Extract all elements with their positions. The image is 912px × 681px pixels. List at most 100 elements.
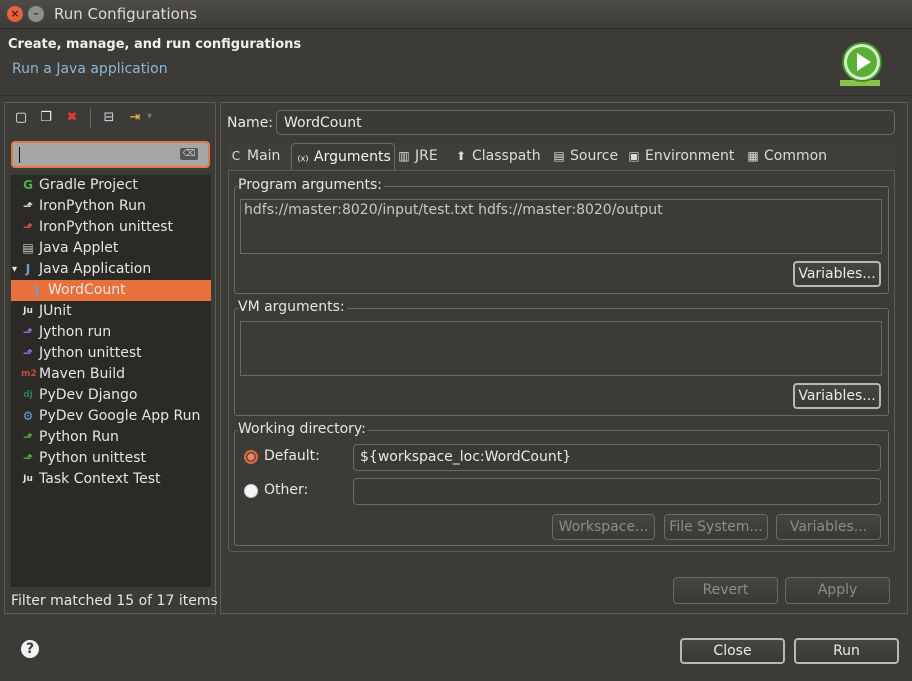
tree-item[interactable]: ⬏ IronPython unittest — [11, 217, 211, 238]
name-label: Name: — [227, 115, 274, 131]
classpath-tab-icon: ⬆ — [455, 149, 467, 163]
program-arguments-textarea[interactable]: hdfs://master:8020/input/test.txt hdfs:/… — [240, 199, 882, 254]
java-applet-icon: ▤ — [22, 241, 34, 255]
toolbar-separator — [90, 108, 91, 128]
tree-item[interactable]: ⬏ Python Run — [11, 427, 211, 448]
task-context-icon: Ju — [23, 474, 33, 484]
window-title: Run Configurations — [54, 5, 198, 23]
tree-item[interactable]: Ju JUnit — [11, 301, 211, 322]
tree-item-label: WordCount — [48, 282, 126, 298]
new-config-icon[interactable]: ▢ — [13, 110, 29, 126]
tree-item[interactable]: ⬏ Python unittest — [11, 448, 211, 469]
window-minimize-button[interactable]: – — [28, 6, 44, 22]
tree-item[interactable]: ⚙ PyDev Google App Run — [11, 406, 211, 427]
default-radio[interactable] — [244, 450, 258, 464]
ironpython-run-icon: ⬏ — [22, 199, 34, 213]
tree-item[interactable]: G Gradle Project — [11, 175, 211, 196]
tab-common[interactable]: ▦ Common — [746, 143, 831, 170]
tree-item[interactable]: ⬏ IronPython Run — [11, 196, 211, 217]
java-class-icon: J — [34, 283, 40, 297]
default-directory-field: ${workspace_loc:WordCount} — [353, 444, 881, 471]
tree-item-label: Jython unittest — [39, 345, 142, 361]
tree-item[interactable]: ⬏ Jython run — [11, 322, 211, 343]
tab-classpath[interactable]: ⬆ Classpath — [454, 143, 549, 170]
program-arguments-variables-button[interactable]: Variables... — [793, 261, 881, 287]
tree-item-label: Gradle Project — [39, 177, 138, 193]
window-close-button[interactable]: × — [7, 6, 23, 22]
environment-tab-icon: ▣ — [628, 149, 640, 163]
jre-tab-icon: ▥ — [398, 149, 410, 163]
tab-label: JRE — [415, 148, 438, 164]
run-button[interactable]: Run — [794, 638, 899, 664]
expand-chevron-icon[interactable]: ▾ — [12, 259, 17, 280]
arguments-tab-icon: (x) — [297, 154, 309, 163]
tab-arguments[interactable]: (x) Arguments — [291, 143, 395, 170]
maven-icon: m2 — [21, 369, 37, 379]
tab-main[interactable]: C Main — [229, 143, 289, 170]
tree-item-label: Task Context Test — [39, 471, 161, 487]
tree-item-label: JUnit — [39, 303, 72, 319]
tree-item[interactable]: ▾ J Java Application — [11, 259, 211, 280]
tree-item-label: IronPython unittest — [39, 219, 174, 235]
working-directory-label: Working directory: — [238, 421, 368, 437]
jython-unittest-icon: ⬏ — [22, 346, 34, 360]
tree-item[interactable]: m2 Maven Build — [11, 364, 211, 385]
program-arguments-label: Program arguments: — [238, 177, 384, 193]
other-radio[interactable] — [244, 484, 258, 498]
filter-status: Filter matched 15 of 17 items — [11, 593, 218, 609]
tree-item[interactable]: ⬏ Jython unittest — [11, 343, 211, 364]
apply-button[interactable]: Apply — [785, 577, 890, 604]
vm-arguments-variables-button[interactable]: Variables... — [793, 383, 881, 409]
tab-label: Common — [764, 148, 828, 164]
header-separator — [0, 95, 912, 96]
python-unittest-icon: ⬏ — [22, 451, 34, 465]
duplicate-icon[interactable]: ❐ — [38, 110, 54, 126]
other-radio-label: Other: — [264, 482, 309, 498]
jython-run-icon: ⬏ — [22, 325, 34, 339]
working-directory-variables-button[interactable]: Variables... — [776, 514, 881, 540]
text-cursor — [19, 147, 20, 163]
revert-button[interactable]: Revert — [673, 577, 778, 604]
run-play-icon — [840, 42, 882, 86]
java-application-icon: J — [25, 262, 31, 276]
tree-item[interactable]: Ju Task Context Test — [11, 469, 211, 490]
name-field[interactable]: WordCount — [276, 110, 895, 135]
other-directory-field[interactable] — [353, 478, 881, 505]
common-tab-icon: ▦ — [747, 149, 759, 163]
workspace-button[interactable]: Workspace... — [552, 514, 655, 540]
file-system-button[interactable]: File System... — [664, 514, 768, 540]
header-subtitle: Run a Java application — [12, 61, 168, 77]
default-radio-label: Default: — [264, 448, 320, 464]
junit-icon: Ju — [23, 306, 33, 316]
tree-item-label: Python Run — [39, 429, 119, 445]
vm-arguments-textarea[interactable] — [240, 321, 882, 376]
tree-item[interactable]: dj PyDev Django — [11, 385, 211, 406]
collapse-all-icon[interactable]: ⊟ — [101, 110, 117, 126]
tab-label: Environment — [645, 148, 735, 164]
help-icon[interactable]: ? — [21, 640, 39, 658]
tab-jre[interactable]: ▥ JRE — [397, 143, 452, 170]
main-tab-icon: C — [231, 149, 241, 163]
tree-item[interactable]: J WordCount — [11, 280, 211, 301]
tab-label: Main — [247, 148, 281, 164]
tab-label: Source — [570, 148, 619, 164]
tree-item-label: PyDev Google App Run — [39, 408, 201, 424]
filter-menu-chevron-icon[interactable]: ▾ — [147, 111, 152, 122]
gradle-icon: G — [23, 178, 33, 192]
close-button[interactable]: Close — [680, 638, 785, 664]
django-icon: dj — [23, 390, 33, 400]
tab-label: Classpath — [472, 148, 541, 164]
ironpython-unittest-icon: ⬏ — [22, 220, 34, 234]
tree-item-label: Java Application — [39, 261, 152, 277]
delete-icon[interactable]: ✖ — [64, 110, 80, 126]
tab-environment[interactable]: ▣ Environment — [627, 143, 744, 170]
tree-item[interactable]: ▤ Java Applet — [11, 238, 211, 259]
filter-icon[interactable]: ⇥ — [127, 110, 143, 126]
vm-arguments-label: VM arguments: — [238, 299, 347, 315]
tab-source[interactable]: ▤ Source — [552, 143, 624, 170]
python-run-icon: ⬏ — [22, 430, 34, 444]
tree-item-label: Jython run — [39, 324, 112, 340]
source-tab-icon: ▤ — [553, 149, 565, 163]
tree-item-label: Python unittest — [39, 450, 146, 466]
clear-filter-icon[interactable]: ⌫ — [180, 148, 198, 160]
